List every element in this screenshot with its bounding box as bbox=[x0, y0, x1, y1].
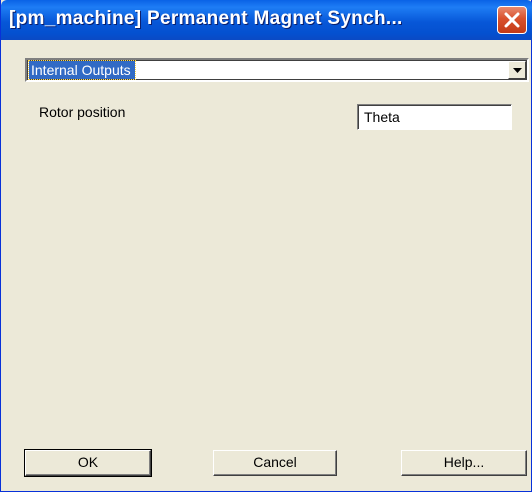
close-icon bbox=[504, 12, 520, 28]
ok-button[interactable]: OK bbox=[24, 449, 152, 477]
dialog-window: [pm_machine] Permanent Magnet Synch... I… bbox=[0, 0, 532, 492]
rotor-position-input[interactable]: Theta bbox=[357, 104, 512, 130]
chevron-down-icon bbox=[513, 68, 522, 73]
title-bar[interactable]: [pm_machine] Permanent Magnet Synch... bbox=[1, 0, 532, 40]
help-button[interactable]: Help... bbox=[401, 450, 527, 476]
dropdown-arrow-button[interactable] bbox=[508, 61, 526, 79]
window-title: [pm_machine] Permanent Magnet Synch... bbox=[9, 8, 403, 29]
dropdown-selected-value: Internal Outputs bbox=[28, 60, 136, 80]
output-category-dropdown[interactable]: Internal Outputs bbox=[25, 58, 529, 82]
rotor-position-label: Rotor position bbox=[39, 104, 126, 120]
cancel-button[interactable]: Cancel bbox=[213, 450, 337, 476]
close-button[interactable] bbox=[497, 6, 527, 34]
rotor-position-value: Theta bbox=[364, 109, 400, 125]
